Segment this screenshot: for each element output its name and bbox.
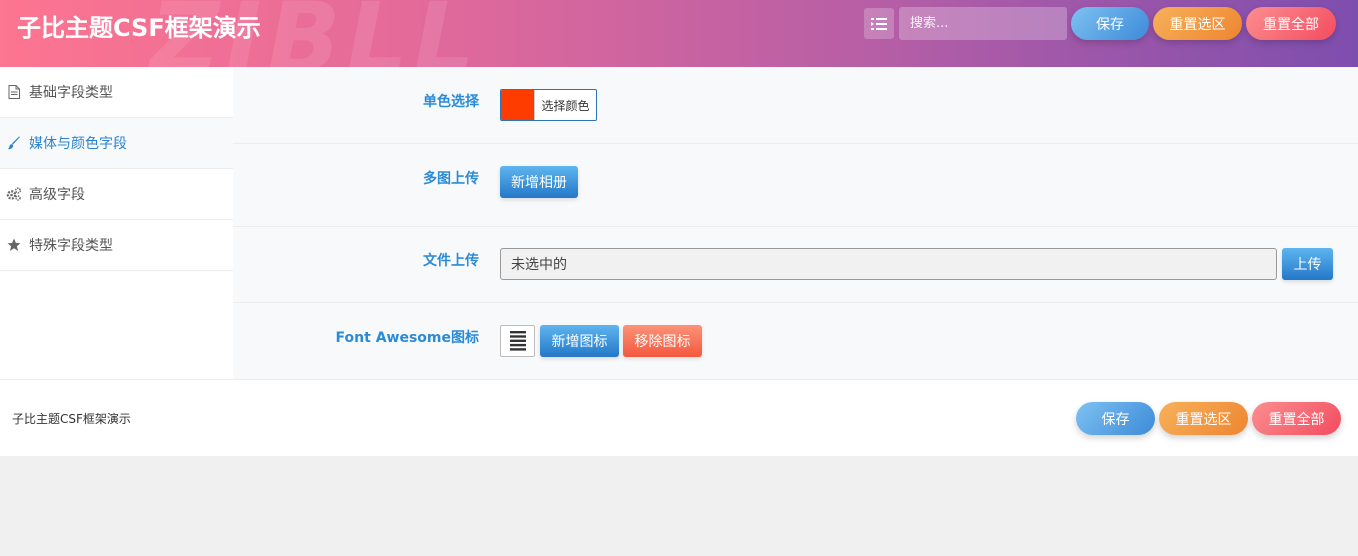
options-footer: 子比主题CSF框架演示 保存 重置选区 重置全部 (0, 379, 1358, 456)
footer-title: 子比主题CSF框架演示 (12, 412, 131, 426)
footer-reset-section-button[interactable]: 重置选区 (1159, 402, 1248, 435)
sidebar-nav: 基础字段类型 媒体与颜色字段 高级字段 特殊字段类型 (0, 67, 233, 379)
upload-button[interactable]: 上传 (1282, 248, 1333, 280)
header-save-button[interactable]: 保存 (1071, 7, 1149, 40)
header-reset-section-button[interactable]: 重置选区 (1153, 7, 1242, 40)
field-row-icon: Font Awesome图标 新增图标 移除图标 (233, 303, 1358, 379)
field-label: 文件上传 (423, 253, 479, 269)
sidebar-item-label: 特殊字段类型 (29, 238, 113, 254)
field-row-color: 单色选择 选择颜色 (233, 67, 1358, 144)
field-label: 单色选择 (423, 94, 479, 110)
cogs-icon (6, 186, 22, 202)
field-label: 多图上传 (423, 171, 479, 187)
paint-brush-icon (6, 135, 22, 151)
app-title: 子比主题CSF框架演示 (17, 14, 261, 42)
field-row-gallery: 多图上传 新增相册 (233, 144, 1358, 227)
sidebar-item-label: 基础字段类型 (29, 85, 113, 101)
search-input[interactable] (899, 7, 1067, 40)
header-reset-all-button[interactable]: 重置全部 (1246, 7, 1336, 40)
align-justify-icon (509, 331, 526, 351)
footer-save-button[interactable]: 保存 (1076, 402, 1155, 435)
file-icon (6, 84, 22, 100)
sidebar-item-special-fields[interactable]: 特殊字段类型 (0, 220, 233, 271)
color-picker-label: 选择颜色 (534, 90, 596, 120)
app-header: ZIBLL 子比主题CSF框架演示 保存 重置选区 重置全部 (0, 0, 1358, 67)
sidebar-item-basic-fields[interactable]: 基础字段类型 (0, 67, 233, 118)
field-label: Font Awesome图标 (335, 330, 479, 346)
sidebar-item-label: 媒体与颜色字段 (29, 136, 127, 152)
sidebar-item-media-color-fields[interactable]: 媒体与颜色字段 (0, 118, 233, 169)
add-icon-button[interactable]: 新增图标 (540, 325, 619, 357)
sidebar-item-label: 高级字段 (29, 187, 85, 203)
remove-icon-button[interactable]: 移除图标 (623, 325, 702, 357)
footer-reset-all-button[interactable]: 重置全部 (1252, 402, 1341, 435)
list-icon (871, 17, 887, 30)
icon-preview (500, 325, 535, 357)
color-swatch (501, 90, 534, 120)
add-gallery-button[interactable]: 新增相册 (500, 166, 578, 198)
menu-toggle-button[interactable] (864, 8, 894, 39)
field-row-file: 文件上传 未选中的 上传 (233, 227, 1358, 303)
color-picker-button[interactable]: 选择颜色 (500, 89, 597, 121)
options-panel: 基础字段类型 媒体与颜色字段 高级字段 特殊字段类型 单色选择 选择颜色 多图上… (0, 67, 1358, 456)
file-path-input[interactable]: 未选中的 (500, 248, 1277, 280)
fields-content: 单色选择 选择颜色 多图上传 新增相册 文件上传 未选中的 上传 Font Aw… (233, 67, 1358, 379)
sidebar-item-advanced-fields[interactable]: 高级字段 (0, 169, 233, 220)
star-icon (6, 237, 22, 253)
